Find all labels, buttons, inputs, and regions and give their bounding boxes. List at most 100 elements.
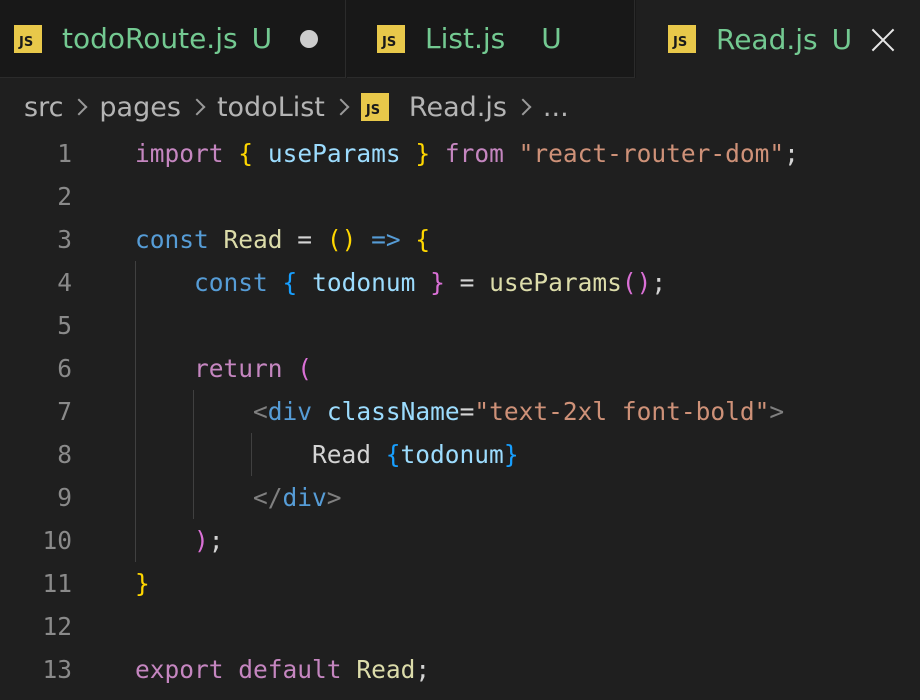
code-line[interactable]: 10 ); <box>0 519 920 562</box>
code-line[interactable]: 5 <box>0 304 920 347</box>
code-token: ; <box>651 268 667 297</box>
breadcrumb: src pages todoList JS Read.js ... <box>24 86 569 128</box>
tab-label: List.js <box>425 22 506 55</box>
line-number: 3 <box>57 225 72 254</box>
code-token: > <box>769 397 785 426</box>
breadcrumb-item-file[interactable]: Read.js <box>409 92 507 123</box>
code-token: const <box>194 268 268 297</box>
close-tab-icon[interactable] <box>870 26 896 52</box>
code-line[interactable]: 2 <box>0 175 920 218</box>
code-editor[interactable]: 1 import { useParams } from "react-router… <box>0 132 920 700</box>
line-number: 4 <box>57 268 72 297</box>
code-token: ( <box>297 354 313 383</box>
code-line[interactable]: 11} <box>0 562 920 605</box>
code-text: const Read = () => { <box>135 218 430 261</box>
line-number: 11 <box>42 569 72 598</box>
unsaved-dot-icon[interactable] <box>300 29 319 48</box>
code-text: </div> <box>135 476 342 519</box>
line-number: 9 <box>57 483 72 512</box>
code-token: ; <box>784 139 799 168</box>
code-text: const { todonum } = useParams(); <box>135 261 666 304</box>
code-token: => <box>371 225 401 254</box>
code-token: { <box>415 225 431 254</box>
javascript-file-icon: JS <box>668 25 696 53</box>
tab-todoroute[interactable]: JS todoRoute.js U <box>0 0 346 78</box>
chevron-right-icon <box>188 98 206 116</box>
breadcrumb-item-src[interactable]: src <box>24 92 63 123</box>
line-number: 2 <box>57 182 72 211</box>
code-line[interactable]: 4 const { todonum } = useParams(); <box>0 261 920 304</box>
breadcrumb-item-symbols[interactable]: ... <box>543 92 569 123</box>
code-line[interactable]: 9 </div> <box>0 476 920 519</box>
code-token: "text-2xl font-bold" <box>474 397 770 426</box>
code-token: default <box>238 655 342 684</box>
tab-label: Read.js <box>716 22 818 56</box>
tab-list[interactable]: JS List.js U <box>347 0 635 78</box>
code-token: from <box>444 139 504 168</box>
code-token: div <box>282 483 327 512</box>
tab-label: todoRoute.js <box>62 22 238 55</box>
code-token: return <box>194 354 283 383</box>
code-token: div <box>267 397 313 426</box>
code-line[interactable]: 8 Read {todonum} <box>0 433 920 476</box>
code-line[interactable]: 6 return ( <box>0 347 920 390</box>
code-text: <div className="text-2xl font-bold"> <box>135 390 784 433</box>
line-number: 13 <box>42 655 72 684</box>
code-token: "react-router-dom" <box>518 139 785 168</box>
untracked-status-badge: U <box>831 22 853 56</box>
code-line[interactable]: 1 import { useParams } from "react-router… <box>0 132 920 175</box>
untracked-status-badge: U <box>541 22 562 55</box>
javascript-file-icon: JS <box>14 24 42 53</box>
code-token: useParams <box>489 268 622 297</box>
line-number: 12 <box>42 612 72 641</box>
code-token: Read <box>312 440 386 469</box>
untracked-status-badge: U <box>251 22 273 55</box>
code-token: } <box>415 139 431 168</box>
code-text: Read {todonum} <box>135 433 519 476</box>
code-token: { <box>282 268 298 297</box>
tab-read[interactable]: JS Read.js U <box>636 0 920 78</box>
line-number: 6 <box>57 354 72 383</box>
code-token: todonum <box>312 268 416 297</box>
chevron-right-icon <box>332 98 350 116</box>
code-line[interactable]: 13 export default Read; <box>0 648 920 691</box>
line-number: 5 <box>57 311 72 340</box>
line-number: 10 <box>42 526 72 555</box>
line-number: 7 <box>57 397 72 426</box>
code-token: = <box>282 225 327 254</box>
line-number: 8 <box>57 440 72 469</box>
chevron-right-icon <box>514 98 532 116</box>
code-text: return ( <box>135 347 312 390</box>
code-line[interactable]: 7 <div className="text-2xl font-bold"> <box>0 390 920 433</box>
breadcrumb-item-pages[interactable]: pages <box>99 92 181 123</box>
code-token: = <box>444 268 490 297</box>
breadcrumb-item-todolist[interactable]: todoList <box>217 92 325 123</box>
code-token: ) <box>194 526 209 555</box>
code-token: { <box>238 139 254 168</box>
code-line[interactable]: 12 <box>0 605 920 648</box>
code-token: () <box>326 225 357 254</box>
line-number: 1 <box>57 139 72 168</box>
code-token: const <box>135 225 209 254</box>
code-token: > <box>326 483 342 512</box>
code-line[interactable]: 3 const Read = () => { <box>0 218 920 261</box>
code-token: Read <box>356 655 416 684</box>
editor-tab-bar: JS todoRoute.js U JS List.js U JS Read.j… <box>0 0 920 78</box>
code-token: = <box>459 397 475 426</box>
code-token: </ <box>253 483 283 512</box>
